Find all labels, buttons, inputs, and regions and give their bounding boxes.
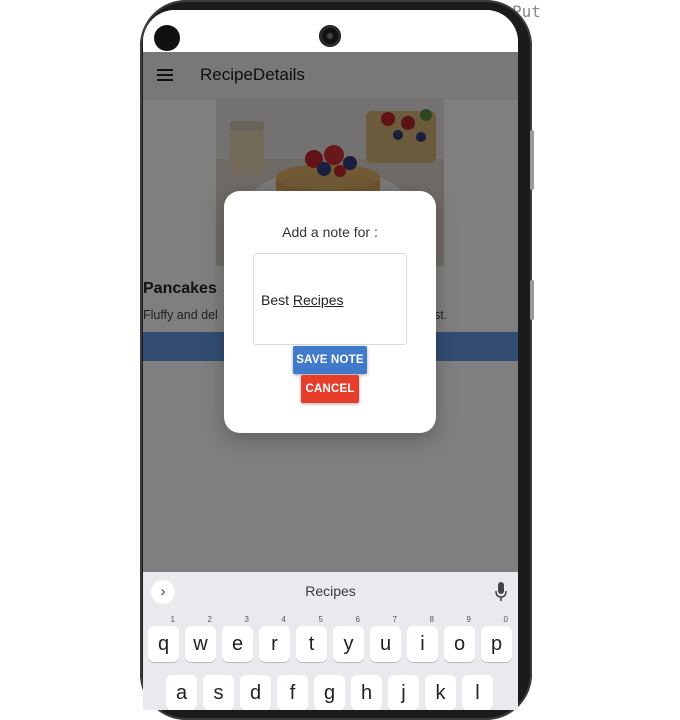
- key-t[interactable]: t5: [296, 615, 327, 662]
- key-l[interactable]: l: [462, 675, 493, 710]
- cancel-button[interactable]: CANCEL: [301, 375, 359, 403]
- key-u[interactable]: u7: [370, 615, 401, 662]
- key-r[interactable]: r4: [259, 615, 290, 662]
- keyboard-suggestion[interactable]: Recipes: [143, 583, 518, 599]
- note-input-value: Best Recipes: [261, 292, 344, 308]
- volume-button: [530, 130, 534, 190]
- key-w[interactable]: w2: [185, 615, 216, 662]
- on-screen-keyboard: › Recipes q1w2e3r4t5y6u7i8o9p0 asdfghjkl: [143, 572, 518, 710]
- key-y[interactable]: y6: [333, 615, 364, 662]
- key-s[interactable]: s: [203, 675, 234, 710]
- add-note-dialog: Add a note for : Best Recipes SAVE NOTE …: [224, 191, 436, 433]
- key-e[interactable]: e3: [222, 615, 253, 662]
- save-note-button[interactable]: SAVE NOTE: [293, 346, 367, 374]
- front-camera-icon: [319, 25, 341, 47]
- key-o[interactable]: o9: [444, 615, 475, 662]
- power-button: [530, 280, 534, 320]
- microphone-icon[interactable]: [495, 582, 507, 602]
- key-d[interactable]: d: [240, 675, 271, 710]
- key-j[interactable]: j: [388, 675, 419, 710]
- key-k[interactable]: k: [425, 675, 456, 710]
- phone-screen: RecipeDetails Pancakes Fluffy: [143, 10, 518, 710]
- key-p[interactable]: p0: [481, 615, 512, 662]
- key-f[interactable]: f: [277, 675, 308, 710]
- status-bar: [143, 10, 518, 52]
- camera-cutout-icon: [154, 25, 180, 51]
- key-i[interactable]: i8: [407, 615, 438, 662]
- key-q[interactable]: q1: [148, 615, 179, 662]
- key-h[interactable]: h: [351, 675, 382, 710]
- key-g[interactable]: g: [314, 675, 345, 710]
- dialog-title: Add a note for :: [282, 224, 378, 240]
- key-a[interactable]: a: [166, 675, 197, 710]
- note-input[interactable]: Best Recipes: [253, 253, 407, 345]
